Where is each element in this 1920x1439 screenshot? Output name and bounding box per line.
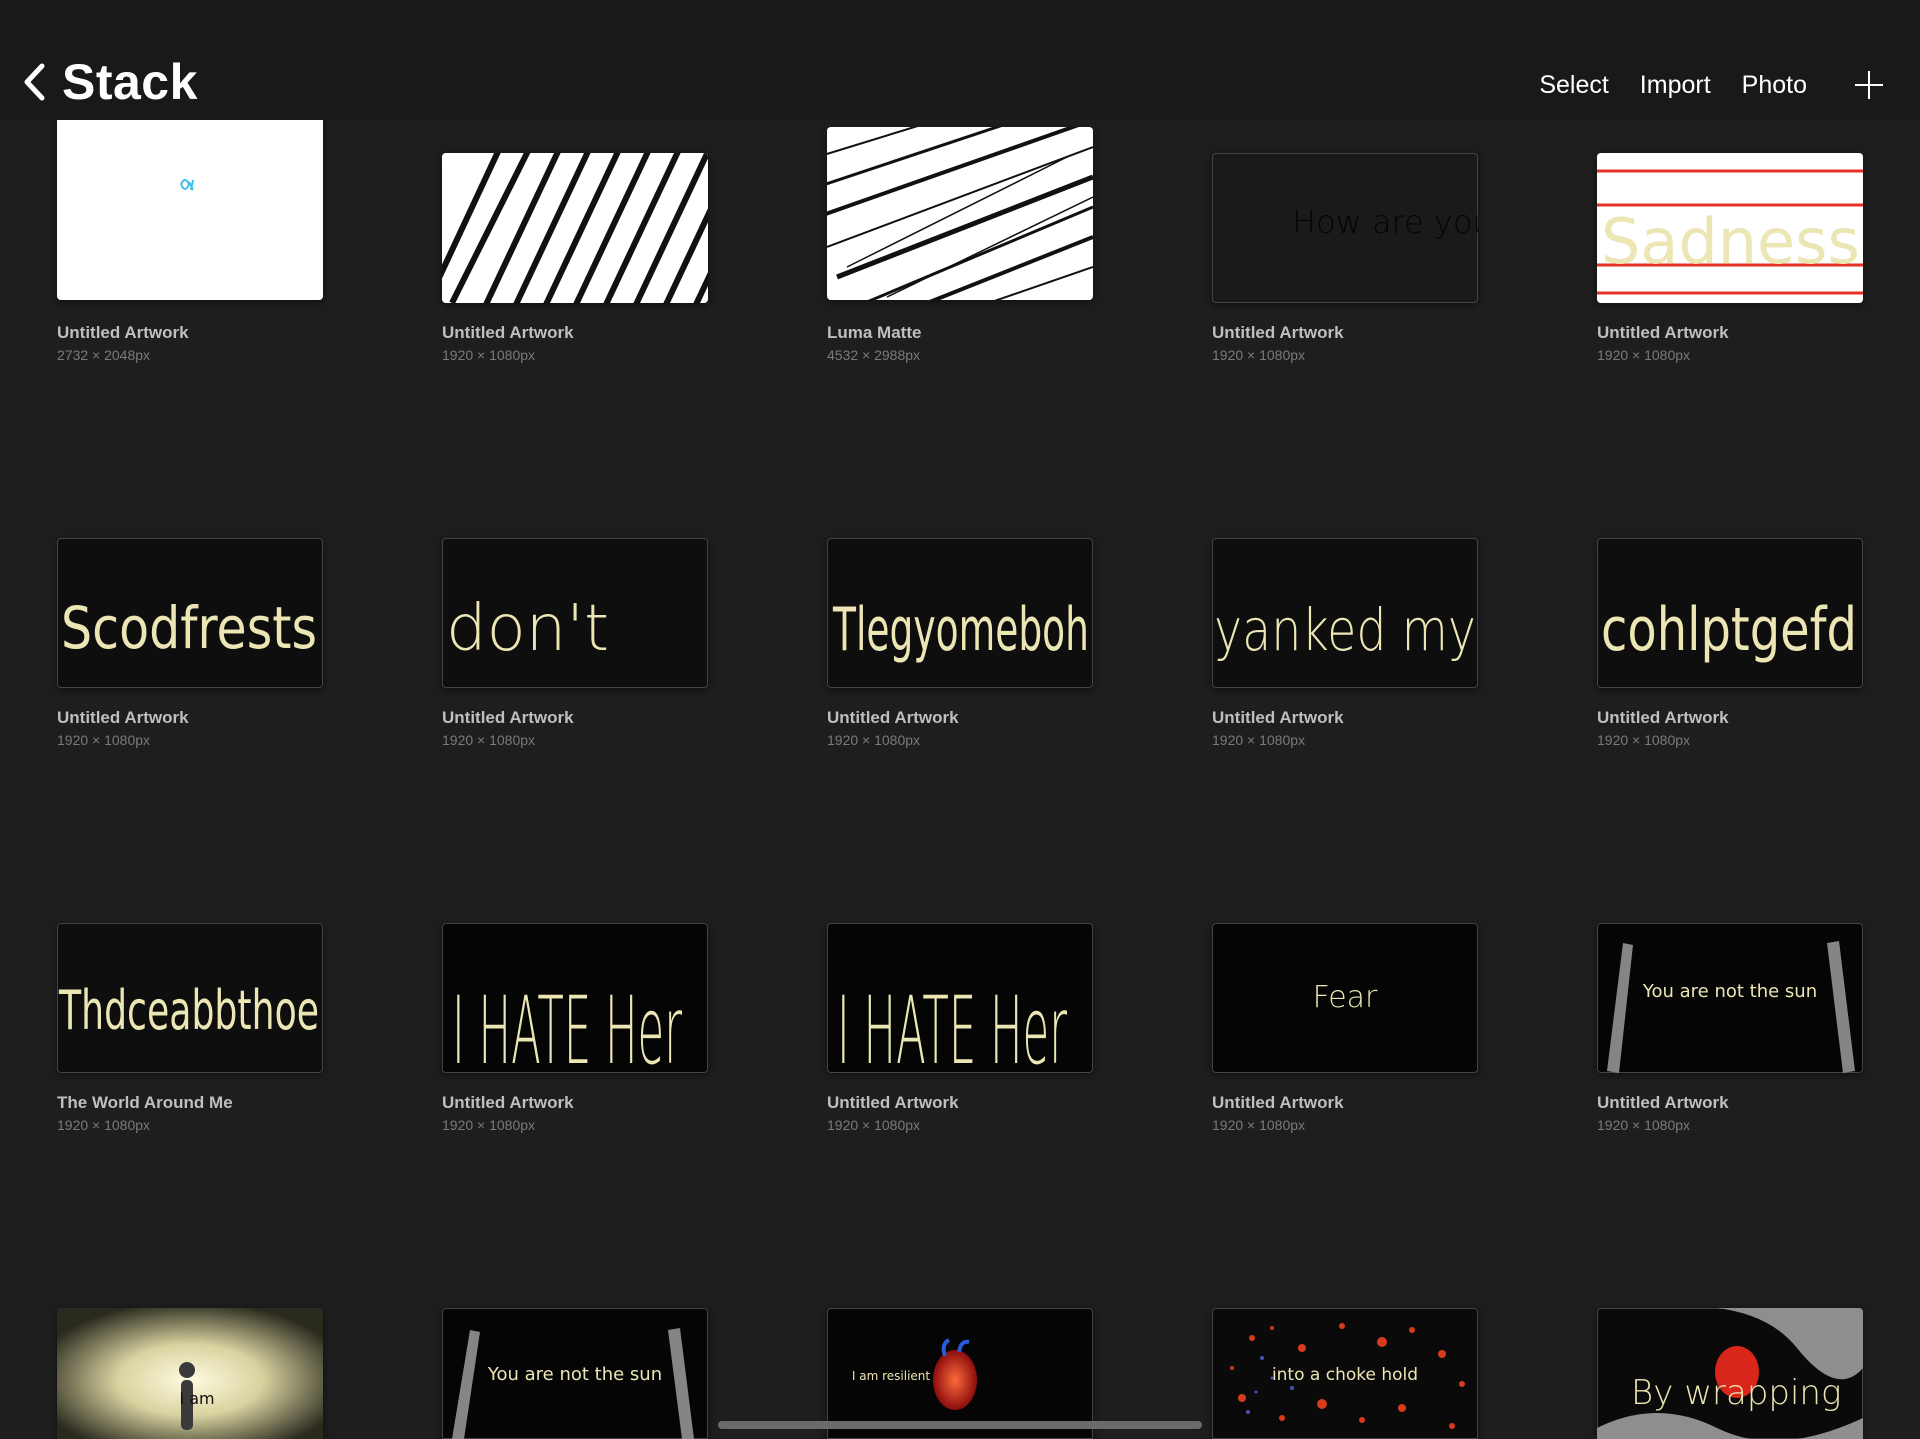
artwork-name: Untitled Artwork: [57, 323, 189, 342]
artwork-name: Luma Matte: [827, 323, 922, 342]
artwork-name: Untitled Artwork: [442, 323, 574, 342]
artwork-size: 1920 × 1080px: [1597, 1117, 1691, 1133]
artwork-thumbnail[interactable]: I am resilient: [827, 1308, 1093, 1439]
artwork-thumbnail[interactable]: into a choke hold: [1212, 1308, 1478, 1439]
artwork-size: 1920 × 1080px: [442, 1117, 536, 1133]
artwork-size: 1920 × 1080px: [57, 1117, 151, 1133]
artwork-text: I HATE Her: [452, 977, 682, 1073]
artwork-name: Untitled Artwork: [1212, 708, 1344, 727]
artwork-thumbnail[interactable]: yanked my: [1212, 538, 1478, 688]
artwork-thumbnail[interactable]: I HATE Her: [442, 923, 708, 1073]
artwork-name: Untitled Artwork: [442, 1093, 574, 1112]
artwork-text: You are not the sun: [487, 1364, 662, 1385]
artwork-size: 1920 × 1080px: [1212, 347, 1306, 363]
artwork-thumbnail[interactable]: [442, 153, 708, 303]
import-button[interactable]: Import: [1640, 71, 1711, 100]
artwork-thumbnail[interactable]: Tlegyomeboh: [827, 538, 1093, 688]
artwork-thumbnail[interactable]: How are you: [1212, 153, 1478, 303]
artwork-thumbnail[interactable]: You are not the sun: [1597, 923, 1863, 1073]
top-bar: Stack Select Import Photo: [0, 0, 1920, 120]
artwork-text: I HATE Her: [837, 977, 1067, 1073]
artwork-size: 1920 × 1080px: [1597, 347, 1691, 363]
artwork-text: Fear: [1313, 980, 1378, 1015]
artwork-thumbnail[interactable]: cohlptgefd: [1597, 538, 1863, 688]
photo-button[interactable]: Photo: [1742, 71, 1807, 100]
artwork-size: 1920 × 1080px: [827, 1117, 921, 1133]
artwork-size: 1920 × 1080px: [57, 732, 151, 748]
artwork-text: Tlegyomeboh: [832, 595, 1089, 665]
artwork-thumbnail[interactable]: You are not the sun: [442, 1308, 708, 1439]
artwork-size: 1920 × 1080px: [1212, 1117, 1306, 1133]
artwork-text: I am resilient: [852, 1369, 931, 1383]
artwork-text: into a choke hold: [1272, 1365, 1418, 1385]
artwork-name: Untitled Artwork: [1597, 708, 1729, 727]
artwork-name: Untitled Artwork: [1212, 1093, 1344, 1112]
artwork-thumbnail[interactable]: [57, 110, 323, 300]
artwork-name: Untitled Artwork: [827, 708, 959, 727]
artwork-text: don't: [446, 592, 609, 666]
artwork-grid: Untitled Artwork 2732 × 2048px Untitled …: [0, 0, 1920, 1439]
artwork-thumbnail[interactable]: I am: [57, 1308, 323, 1439]
artwork-name: Untitled Artwork: [1212, 323, 1344, 342]
artwork-text: You are not the sun: [1642, 981, 1817, 1002]
artwork-name: Untitled Artwork: [1597, 1093, 1729, 1112]
chevron-left-icon: [24, 63, 45, 101]
home-indicator[interactable]: [718, 1421, 1202, 1429]
artwork-text: Thdceabbthoe: [58, 979, 319, 1042]
artwork-size: 1920 × 1080px: [1212, 732, 1306, 748]
artwork-thumbnail[interactable]: [827, 127, 1093, 300]
artwork-text: Sadness: [1601, 205, 1860, 278]
artwork-size: 1920 × 1080px: [1597, 732, 1691, 748]
toolbar-actions: Select Import Photo: [1508, 70, 1884, 100]
artwork-text: How are you: [1292, 203, 1478, 241]
artwork-name: The World Around Me: [57, 1093, 233, 1112]
select-button[interactable]: Select: [1539, 71, 1608, 100]
artwork-name: Untitled Artwork: [57, 708, 189, 727]
artwork-name: Untitled Artwork: [442, 708, 574, 727]
back-to-gallery-button[interactable]: Stack: [22, 52, 198, 112]
artwork-thumbnail[interactable]: By wrapping: [1597, 1308, 1863, 1439]
artwork-thumbnail[interactable]: I HATE Her: [827, 923, 1093, 1073]
artwork-text: Scodfrests: [61, 594, 317, 662]
artwork-thumbnail[interactable]: Sadness: [1597, 153, 1863, 303]
artwork-size: 1920 × 1080px: [442, 732, 536, 748]
artwork-text: cohlptgefd: [1601, 595, 1857, 665]
artwork-text: yanked my: [1214, 596, 1476, 664]
artwork-text: I am: [179, 1389, 214, 1408]
artwork-size: 2732 × 2048px: [57, 347, 151, 363]
plus-icon[interactable]: [1854, 70, 1884, 100]
artwork-thumbnail[interactable]: Fear: [1212, 923, 1478, 1073]
artwork-text: By wrapping: [1631, 1373, 1841, 1413]
stack-title: Stack: [62, 54, 198, 110]
artwork-thumbnail[interactable]: Scodfrests: [57, 538, 323, 688]
artwork-thumbnail[interactable]: Thdceabbthoe: [57, 923, 323, 1073]
artwork-name: Untitled Artwork: [827, 1093, 959, 1112]
artwork-size: 1920 × 1080px: [827, 732, 921, 748]
artwork-thumbnail[interactable]: don't: [442, 538, 708, 688]
artwork-size: 1920 × 1080px: [442, 347, 536, 363]
artwork-size: 4532 × 2988px: [827, 347, 921, 363]
artwork-name: Untitled Artwork: [1597, 323, 1729, 342]
